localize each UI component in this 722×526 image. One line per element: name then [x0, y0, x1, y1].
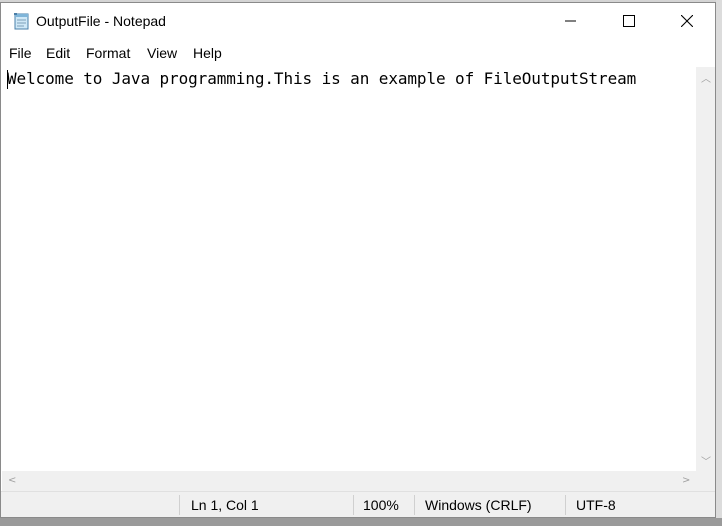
desktop-background-bottom [0, 518, 722, 526]
status-bar: Ln 1, Col 1 100% Windows (CRLF) UTF-8 [1, 491, 715, 517]
status-separator [179, 495, 180, 515]
maximize-icon [623, 15, 635, 27]
status-separator [414, 495, 415, 515]
close-button[interactable] [658, 3, 716, 39]
menu-format[interactable]: Format [86, 45, 130, 61]
scroll-left-icon[interactable]: < [8, 475, 16, 486]
scroll-right-icon[interactable]: > [682, 475, 690, 486]
horizontal-scrollbar[interactable]: < > [2, 471, 696, 491]
text-caret [7, 70, 8, 89]
scroll-up-icon[interactable]: ︿ [701, 70, 711, 85]
close-icon [681, 15, 693, 27]
menu-help[interactable]: Help [193, 45, 222, 61]
menu-edit[interactable]: Edit [46, 45, 70, 61]
menu-view[interactable]: View [147, 45, 177, 61]
title-bar[interactable]: OutputFile - Notepad [1, 3, 715, 39]
text-editor-area[interactable]: Welcome to Java programming.This is an e… [2, 67, 696, 471]
status-separator [565, 495, 566, 515]
scroll-down-icon[interactable]: ﹀ [701, 453, 711, 468]
minimize-button[interactable] [542, 3, 600, 39]
status-encoding: UTF-8 [576, 497, 616, 513]
menu-file[interactable]: File [9, 45, 32, 61]
notepad-window: OutputFile - Notepad File Edit Format Vi… [0, 2, 716, 518]
status-separator [353, 495, 354, 515]
status-cursor-position: Ln 1, Col 1 [191, 497, 259, 513]
desktop-background-right [716, 0, 722, 526]
editor-content[interactable]: Welcome to Java programming.This is an e… [7, 69, 636, 88]
vertical-scrollbar[interactable]: ︿ ﹀ [696, 67, 715, 471]
scrollbar-corner [696, 471, 715, 491]
notepad-app-icon [11, 11, 31, 31]
status-line-ending: Windows (CRLF) [425, 497, 532, 513]
menu-bar: File Edit Format View Help [1, 41, 715, 65]
window-title: OutputFile - Notepad [36, 13, 166, 29]
maximize-button[interactable] [600, 3, 658, 39]
status-zoom: 100% [363, 497, 399, 513]
minimize-icon [565, 15, 577, 27]
